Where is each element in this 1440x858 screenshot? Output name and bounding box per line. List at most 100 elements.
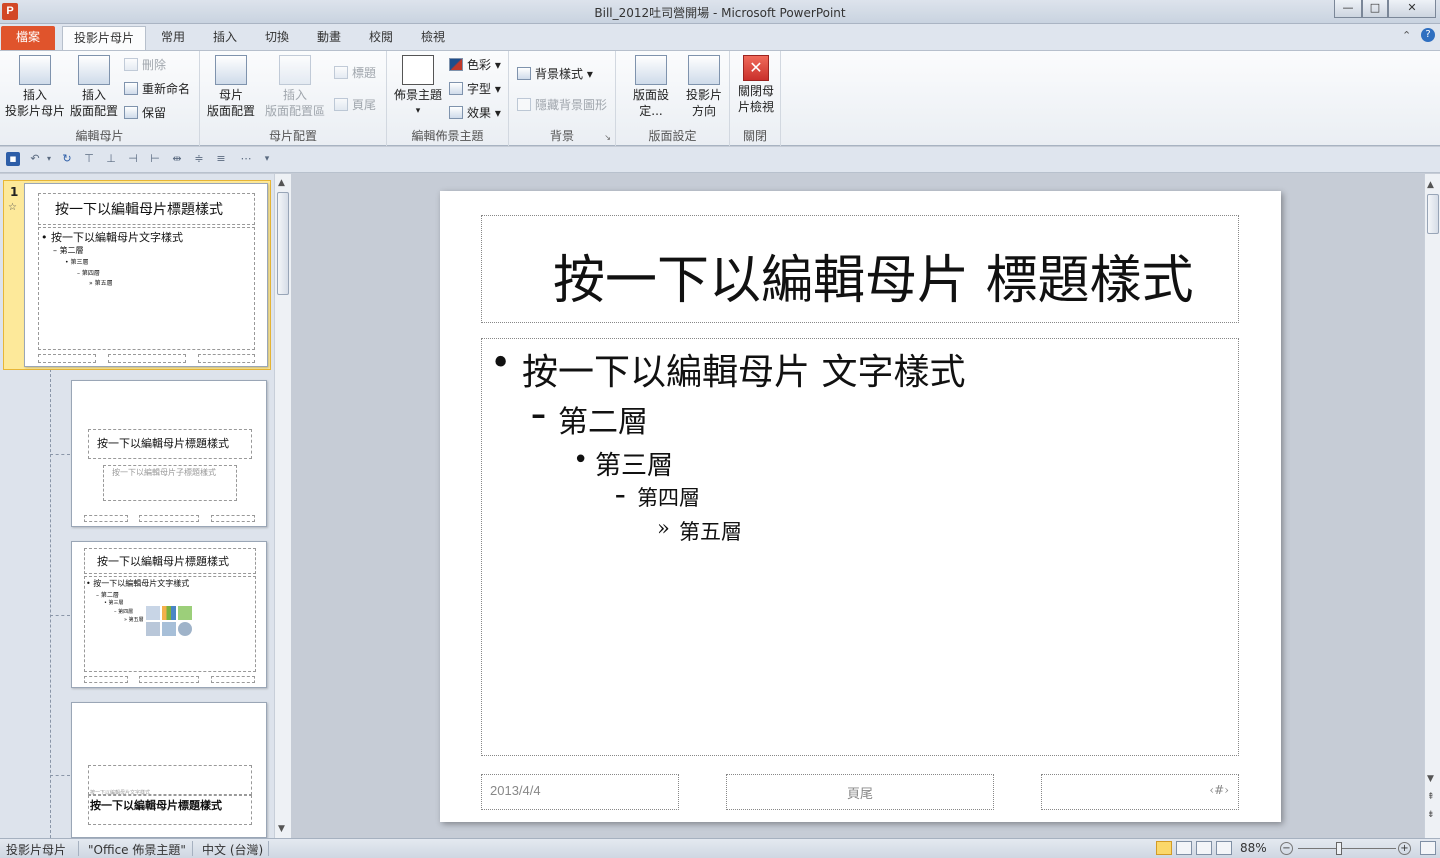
group-edit-master: 插入 投影片母片 插入 版面配置 刪除 重新命名 保留 編輯母片: [0, 51, 200, 146]
tab-insert[interactable]: 插入: [204, 26, 246, 50]
media-icon: [178, 622, 192, 636]
maximize-button[interactable]: □: [1362, 0, 1388, 18]
master-slide-thumbnail[interactable]: 按一下以編輯母片標題樣式 • 按一下以編輯母片文字樣式 – 第二層 • 第三層 …: [24, 183, 268, 367]
group-close: ✕ 關閉母 片檢視 關閉: [730, 51, 781, 146]
previous-slide-icon[interactable]: ⇞: [1427, 792, 1435, 802]
master-layout-button[interactable]: 母片 版面配置: [206, 55, 256, 119]
thumb-body-line: – 第四層: [77, 270, 100, 277]
scrollbar-thumb[interactable]: [277, 192, 289, 295]
close-master-view-button[interactable]: ✕ 關閉母 片檢視: [733, 55, 779, 115]
hide-background-graphics-checkbox[interactable]: 隱藏背景圖形: [517, 95, 607, 115]
insert-slide-master-button[interactable]: 插入 投影片母片: [4, 55, 66, 119]
thumb-date-placeholder: [84, 676, 128, 683]
connector-tick: [50, 615, 70, 616]
tab-slide-master[interactable]: 投影片母片: [62, 26, 146, 50]
zoom-slider-track[interactable]: [1298, 848, 1396, 849]
redo-icon[interactable]: ↻: [60, 152, 74, 166]
body-level-1[interactable]: 按一下以編輯母片 文字樣式: [522, 343, 965, 395]
insert-placeholder-button[interactable]: 插入 版面配置區: [260, 55, 330, 119]
layout-thumbnail-title-slide[interactable]: 按一下以編輯母片標題樣式 按一下以編輯母片子標題樣式: [71, 380, 267, 527]
tab-transitions[interactable]: 切換: [256, 26, 298, 50]
slide-title[interactable]: 按一下以編輯母片 標題樣式: [553, 238, 1194, 313]
slideshow-view-icon[interactable]: [1216, 841, 1232, 855]
tab-view[interactable]: 檢視: [412, 26, 454, 50]
effects-button[interactable]: 效果 ▾: [449, 103, 501, 123]
customize-toolbar-icon[interactable]: ▾: [260, 152, 274, 166]
scroll-up-icon[interactable]: ▲: [278, 178, 285, 188]
layout-thumbnail-section-header[interactable]: 按一下以編輯母片文字樣式 按一下以編輯母片標題樣式: [71, 702, 267, 838]
rename-button[interactable]: 重新命名: [124, 79, 190, 99]
footer-checkbox[interactable]: 頁尾: [334, 95, 376, 115]
slide-number-text[interactable]: ‹#›: [1041, 783, 1229, 797]
fit-to-window-icon[interactable]: [1420, 841, 1436, 855]
minimize-button[interactable]: —: [1334, 0, 1362, 18]
next-slide-icon[interactable]: ⇟: [1427, 810, 1435, 820]
body-bullet-2: –: [531, 397, 546, 432]
themes-button[interactable]: 佈景主題 ▾: [391, 55, 445, 119]
zoom-slider-handle[interactable]: [1336, 842, 1342, 855]
align-middle-icon[interactable]: ≡: [214, 152, 228, 166]
footer-text[interactable]: 頁尾: [726, 783, 994, 802]
undo-dropdown-icon[interactable]: ▾: [42, 152, 56, 166]
tab-review[interactable]: 校閱: [360, 26, 402, 50]
group-label-edit-theme: 編輯佈景主題: [411, 129, 484, 143]
tab-animations[interactable]: 動畫: [308, 26, 350, 50]
minimize-ribbon-icon[interactable]: ⌃: [1402, 29, 1411, 42]
distribute-vertical-icon[interactable]: ⋯: [236, 152, 256, 166]
zoom-out-icon[interactable]: −: [1280, 842, 1293, 855]
dialog-launcher-icon[interactable]: ↘: [604, 133, 611, 142]
thumb-body-line: • 按一下以編輯母片文字樣式: [41, 231, 183, 244]
page-setup-button[interactable]: 版面設定...: [622, 55, 680, 119]
insert-slide-master-icon: [19, 55, 51, 85]
scrollbar-thumb[interactable]: [1427, 194, 1439, 234]
slide-sorter-view-icon[interactable]: [1176, 841, 1192, 855]
close-window-button[interactable]: ✕: [1388, 0, 1436, 18]
tab-file[interactable]: 檔案: [1, 26, 55, 50]
align-top-icon[interactable]: ⊤: [82, 152, 96, 166]
body-level-3[interactable]: 第三層: [595, 445, 673, 482]
scroll-down-icon[interactable]: ▼: [1427, 774, 1434, 784]
master-layout-icon: [215, 55, 247, 85]
colors-button[interactable]: 色彩 ▾: [449, 55, 501, 75]
distribute-horizontal-icon[interactable]: ⇹: [170, 152, 184, 166]
title-checkbox[interactable]: 標題: [334, 63, 376, 83]
title-bar: P Bill_2012吐司營開場 - Microsoft PowerPoint …: [0, 0, 1440, 24]
scroll-up-icon[interactable]: ▲: [1427, 180, 1434, 190]
align-bottom-icon[interactable]: ⊥: [104, 152, 118, 166]
background-styles-button[interactable]: 背景樣式 ▾: [517, 64, 593, 84]
help-icon[interactable]: ?: [1421, 28, 1435, 42]
slide-thumbnail-pane[interactable]: 1 ☆ 按一下以編輯母片標題樣式 • 按一下以編輯母片文字樣式 – 第二層 • …: [0, 174, 291, 838]
thumb-body-line: – 第二層: [53, 246, 84, 255]
thumbnail-scrollbar[interactable]: ▲ ▼: [274, 174, 291, 838]
delete-button[interactable]: 刪除: [124, 55, 166, 75]
zoom-level[interactable]: 88%: [1240, 841, 1267, 855]
effects-icon: [449, 106, 463, 119]
align-right-icon[interactable]: ⊣: [126, 152, 140, 166]
align-left-icon[interactable]: ⊢: [148, 152, 162, 166]
thumb-body-line: » 第五層: [124, 617, 144, 623]
align-center-icon[interactable]: ≑: [192, 152, 206, 166]
preserve-button[interactable]: 保留: [124, 103, 166, 123]
fonts-button[interactable]: 字型 ▾: [449, 79, 501, 99]
layout-thumbnail-title-content[interactable]: 按一下以編輯母片標題樣式 • 按一下以編輯母片文字樣式 – 第二層 • 第三層 …: [71, 541, 267, 688]
slide-orientation-button[interactable]: 投影片 方向: [682, 55, 726, 119]
date-text[interactable]: 2013/4/4: [490, 783, 541, 798]
body-level-4[interactable]: 第四層: [637, 482, 700, 512]
group-master-layout: 母片 版面配置 插入 版面配置區 標題 頁尾 母片配置: [200, 51, 387, 146]
body-level-2[interactable]: 第二層: [558, 397, 648, 441]
status-language[interactable]: 中文 (台灣): [202, 841, 263, 858]
slide-scrollbar[interactable]: ▲ ▼ ⇞ ⇟: [1424, 174, 1440, 838]
body-level-5[interactable]: 第五層: [679, 516, 742, 546]
ribbon-tab-bar: 檔案 投影片母片 常用 插入 切換 動畫 校閱 檢視 ⌃ ?: [0, 24, 1440, 50]
scroll-down-icon[interactable]: ▼: [278, 824, 285, 834]
save-icon[interactable]: ▪: [6, 152, 20, 166]
undo-icon[interactable]: ↶: [28, 152, 42, 166]
theme-icon: [402, 55, 434, 85]
normal-view-icon[interactable]: [1156, 841, 1172, 855]
slide-canvas[interactable]: 按一下以編輯母片 標題樣式 • 按一下以編輯母片 文字樣式 – 第二層 • 第三…: [440, 191, 1281, 822]
thumb-subtitle: 按一下以編輯母片子標題樣式: [112, 468, 216, 477]
reading-view-icon[interactable]: [1196, 841, 1212, 855]
tab-home[interactable]: 常用: [152, 26, 194, 50]
zoom-in-icon[interactable]: +: [1398, 842, 1411, 855]
insert-layout-button[interactable]: 插入 版面配置: [68, 55, 120, 119]
